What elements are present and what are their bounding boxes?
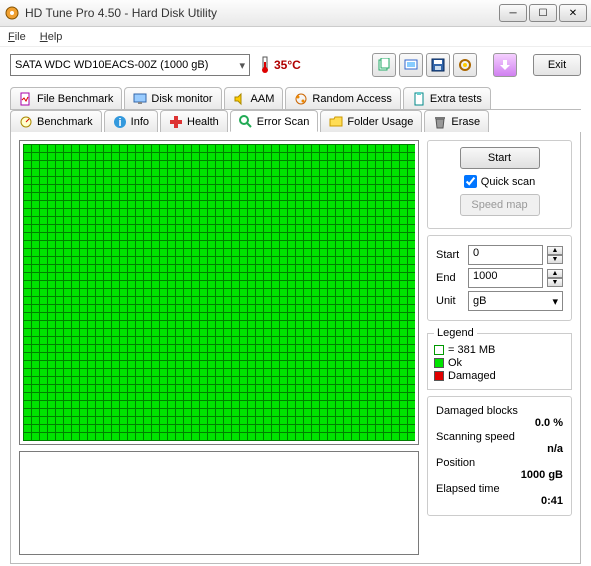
quick-scan-label: Quick scan (481, 176, 535, 188)
damaged-blocks-label: Damaged blocks (436, 405, 563, 417)
end-spinner[interactable]: ▲▼ (547, 269, 563, 287)
scanning-speed-label: Scanning speed (436, 431, 563, 443)
menu-file[interactable]: File (8, 31, 26, 43)
trash-icon (433, 115, 447, 129)
tab-health[interactable]: Health (160, 110, 228, 132)
legend-damaged-swatch (434, 371, 444, 381)
speed-map-button[interactable]: Speed map (460, 194, 540, 216)
tab-aam[interactable]: AAM (224, 87, 284, 109)
minimize-to-tray-button[interactable] (493, 53, 517, 77)
legend-damaged-label: Damaged (448, 370, 496, 382)
clipboard-icon (412, 92, 426, 106)
exit-button[interactable]: Exit (533, 54, 581, 76)
start-label: Start (436, 249, 464, 261)
monitor-icon (133, 92, 147, 106)
copy-screenshot-button[interactable] (399, 53, 423, 77)
file-benchmark-icon (19, 92, 33, 106)
thermometer-icon (260, 56, 270, 74)
save-button[interactable] (426, 53, 450, 77)
unit-label: Unit (436, 295, 464, 307)
range-group: Start 0 ▲▼ End 1000 ▲▼ Unit gB▾ (427, 235, 572, 321)
position-label: Position (436, 457, 563, 469)
log-box (19, 451, 419, 555)
tab-error-scan[interactable]: Error Scan (230, 110, 319, 132)
temperature-value: 35°C (274, 58, 301, 72)
svg-text:i: i (118, 117, 121, 129)
start-button[interactable]: Start (460, 147, 540, 169)
elapsed-value: 0:41 (436, 495, 563, 507)
magnifier-icon (239, 115, 253, 129)
legend-ok-label: Ok (448, 357, 462, 369)
temperature: 35°C (260, 56, 301, 74)
options-button[interactable] (453, 53, 477, 77)
quick-scan-checkbox[interactable] (464, 175, 477, 188)
folder-icon (329, 115, 343, 129)
tabs-row-bottom: Benchmark iInfo Health Error Scan Folder… (10, 110, 581, 132)
info-icon: i (113, 115, 127, 129)
legend-group: Legend = 381 MB Ok Damaged (427, 327, 572, 390)
menu-help[interactable]: Help (40, 31, 63, 43)
tab-disk-monitor[interactable]: Disk monitor (124, 87, 221, 109)
title-bar: HD Tune Pro 4.50 - Hard Disk Utility ─ ☐… (0, 0, 591, 27)
maximize-button[interactable]: ☐ (529, 4, 557, 22)
copy-info-button[interactable] (372, 53, 396, 77)
stats-group: Damaged blocks0.0 % Scanning speedn/a Po… (427, 396, 572, 516)
controls-group: Start Quick scan Speed map (427, 140, 572, 229)
app-icon (4, 5, 20, 21)
legend-title: Legend (434, 327, 477, 339)
drive-select[interactable]: SATA WDC WD10EACS-00Z (1000 gB) ▾ (10, 54, 250, 76)
legend-block-swatch (434, 345, 444, 355)
scanning-speed-value: n/a (436, 443, 563, 455)
gauge-icon (19, 115, 33, 129)
drive-label: SATA WDC WD10EACS-00Z (1000 gB) (15, 59, 208, 71)
toolbar-buttons (372, 53, 477, 77)
error-scan-panel: Start Quick scan Speed map Start 0 ▲▼ En… (10, 132, 581, 564)
legend-block-label: = 381 MB (448, 344, 495, 356)
health-icon (169, 115, 183, 129)
minimize-button[interactable]: ─ (499, 4, 527, 22)
end-input[interactable]: 1000 (468, 268, 543, 288)
unit-select[interactable]: gB▾ (468, 291, 563, 311)
scan-blocks (23, 144, 415, 441)
chevron-down-icon: ▾ (552, 295, 558, 308)
chevron-down-icon: ▾ (239, 59, 245, 72)
tab-benchmark[interactable]: Benchmark (10, 110, 102, 132)
window-title: HD Tune Pro 4.50 - Hard Disk Utility (25, 6, 499, 20)
damaged-blocks-value: 0.0 % (436, 417, 563, 429)
tab-extra-tests[interactable]: Extra tests (403, 87, 491, 109)
menu-bar: File Help (0, 27, 591, 47)
tab-file-benchmark[interactable]: File Benchmark (10, 87, 122, 109)
tab-erase[interactable]: Erase (424, 110, 489, 132)
tab-area: File Benchmark Disk monitor AAM Random A… (0, 83, 591, 566)
tabs-row-top: File Benchmark Disk monitor AAM Random A… (10, 87, 581, 110)
tab-random-access[interactable]: Random Access (285, 87, 400, 109)
random-access-icon (294, 92, 308, 106)
toolbar: SATA WDC WD10EACS-00Z (1000 gB) ▾ 35°C E… (0, 47, 591, 83)
close-button[interactable]: ✕ (559, 4, 587, 22)
tab-info[interactable]: iInfo (104, 110, 158, 132)
scan-grid (19, 140, 419, 445)
tab-folder-usage[interactable]: Folder Usage (320, 110, 422, 132)
speaker-icon (233, 92, 247, 106)
elapsed-label: Elapsed time (436, 483, 563, 495)
start-input[interactable]: 0 (468, 245, 543, 265)
position-value: 1000 gB (436, 469, 563, 481)
start-spinner[interactable]: ▲▼ (547, 246, 563, 264)
end-label: End (436, 272, 464, 284)
legend-ok-swatch (434, 358, 444, 368)
